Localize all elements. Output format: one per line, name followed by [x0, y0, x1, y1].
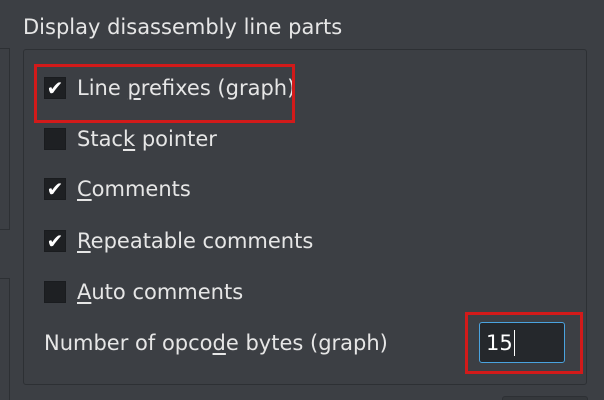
highlight-box-line-prefixes — [34, 64, 295, 123]
dialog-button-edge[interactable] — [502, 396, 588, 400]
checkbox-row-comments[interactable]: ✔ Comments — [44, 175, 191, 203]
checkbox-row-repeatable-comments[interactable]: ✔ Repeatable comments — [44, 227, 313, 255]
checkbox-row-auto-comments[interactable]: Auto comments — [44, 278, 243, 306]
checkbox-comments[interactable]: ✔ — [44, 178, 66, 200]
checkbox-repeatable-comments[interactable]: ✔ — [44, 230, 66, 252]
left-panel-edge — [0, 48, 10, 230]
checkmark-icon: ✔ — [46, 229, 64, 253]
options-dialog: Display disassembly line parts ✔ Line pr… — [0, 0, 604, 400]
opcode-bytes-label: Number of opcode bytes (graph) — [44, 331, 388, 355]
checkbox-label: Auto comments — [77, 280, 244, 304]
highlight-box-opcode-bytes — [465, 312, 583, 374]
checkbox-label: Comments — [77, 177, 191, 201]
opcode-bytes-row: Number of opcode bytes (graph) — [44, 329, 388, 357]
group-title: Display disassembly line parts — [23, 15, 343, 39]
checkmark-icon: ✔ — [46, 177, 64, 201]
checkbox-label: Stack pointer — [77, 127, 217, 151]
checkbox-auto-comments[interactable] — [44, 281, 66, 303]
checkbox-row-stack-pointer[interactable]: Stack pointer — [44, 125, 217, 153]
checkbox-stack-pointer[interactable] — [44, 128, 66, 150]
left-panel-edge — [0, 278, 10, 400]
checkbox-label: Repeatable comments — [77, 229, 314, 253]
